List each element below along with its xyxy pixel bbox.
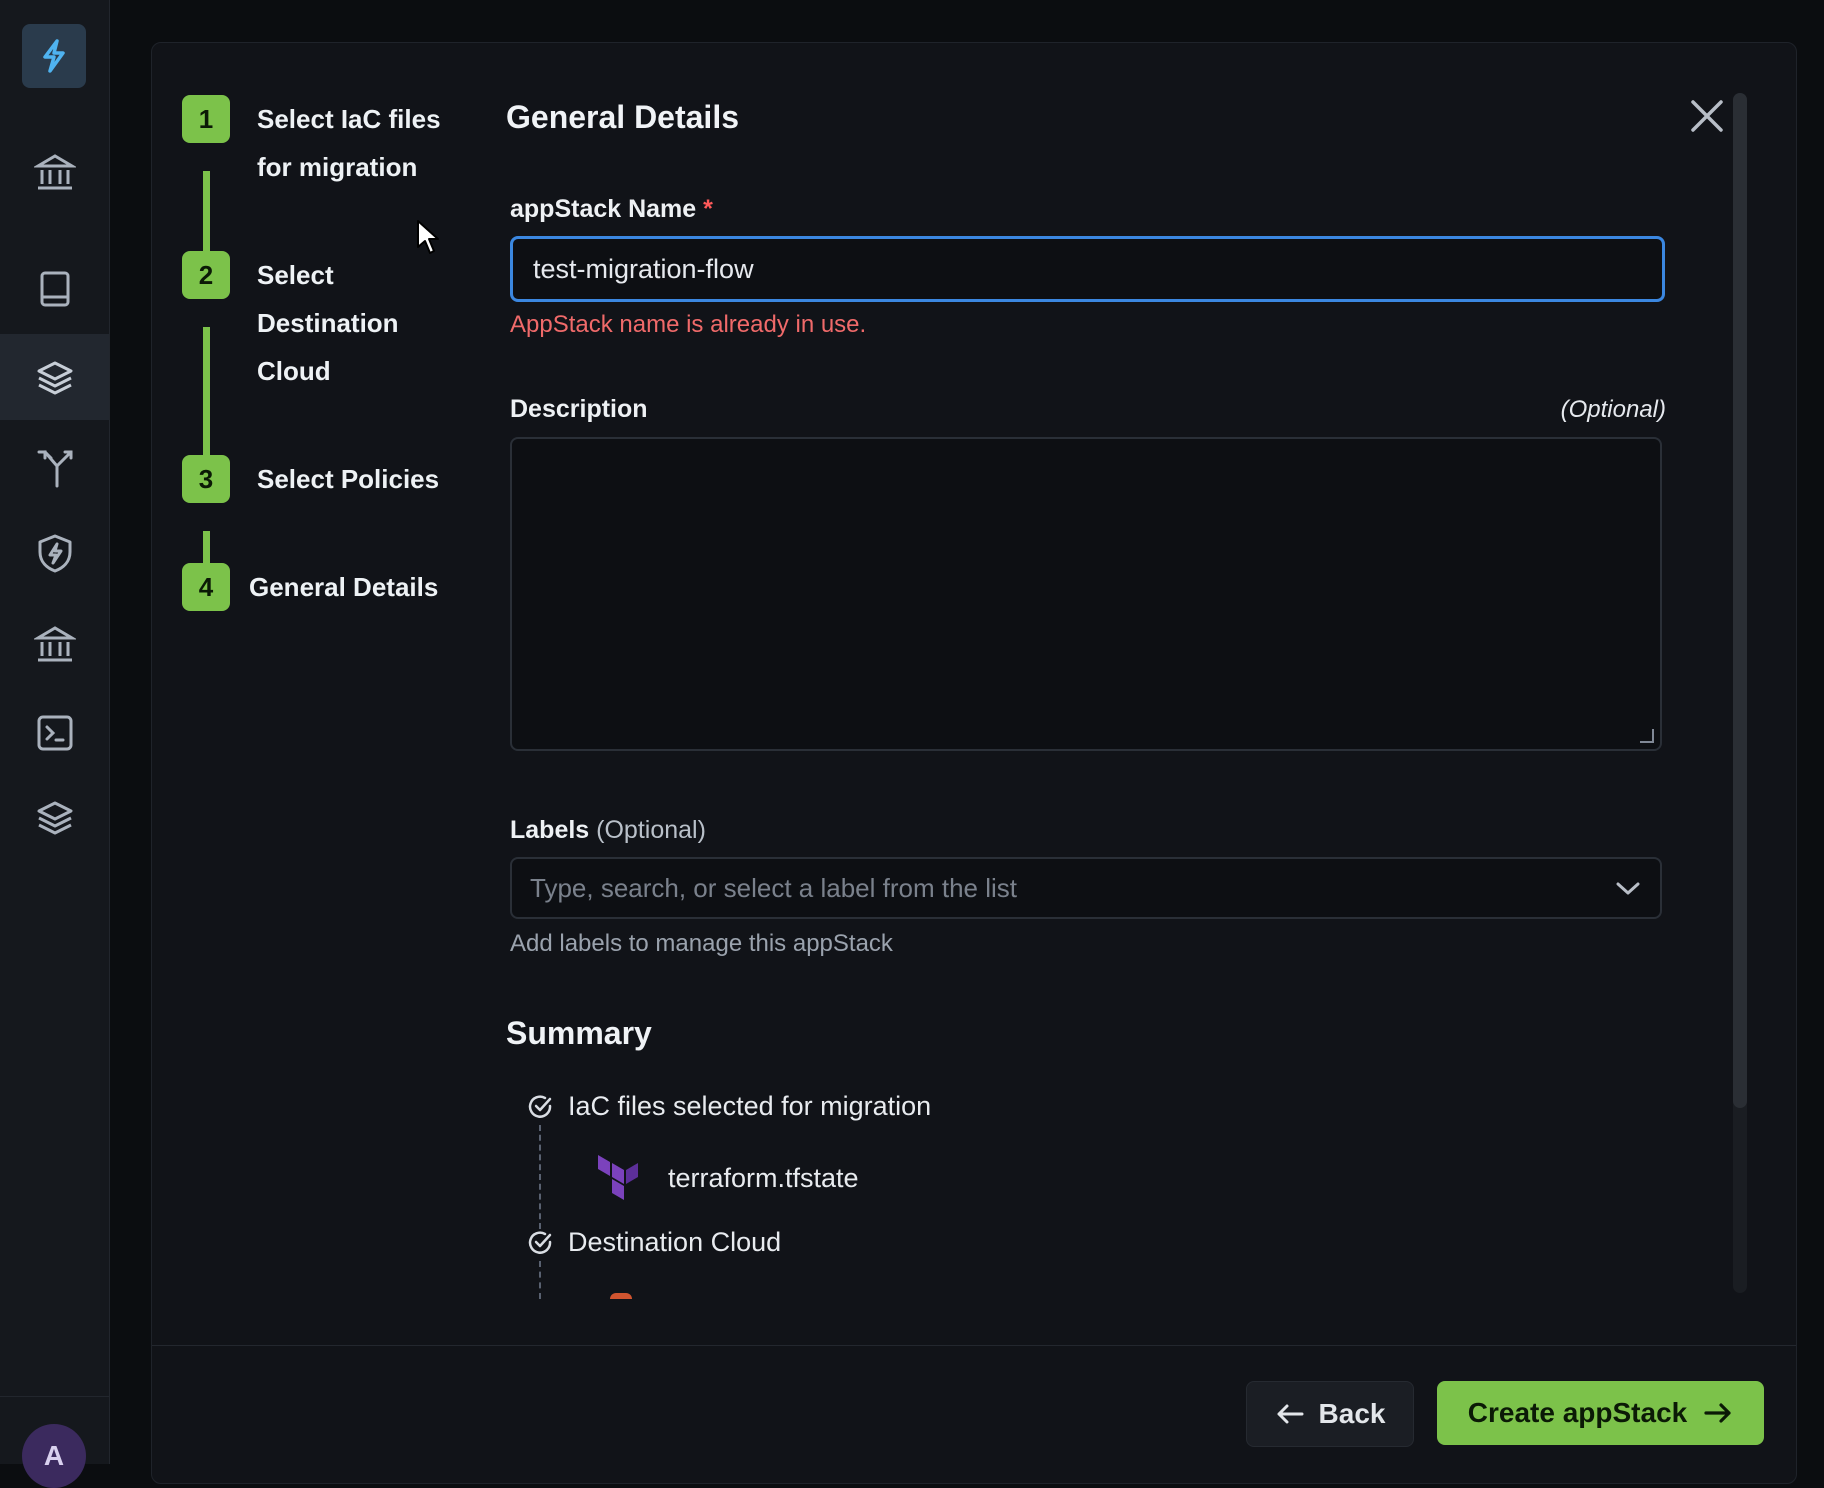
nav-policies[interactable] [0,602,109,688]
labels-select[interactable]: Type, search, or select a label from the… [510,857,1662,919]
left-nav-rail: A [0,0,110,1488]
step-1-badge[interactable]: 1 [182,95,230,143]
step-2-label[interactable]: Select Destination Cloud [257,251,467,395]
labels-label: Labels (Optional) [510,816,706,844]
fork-icon [37,450,72,488]
required-mark: * [703,195,713,223]
chevron-down-icon[interactable] [1614,878,1642,898]
bank-icon [33,626,76,662]
check-circle-icon [528,1230,552,1254]
appstack-name-label: appStack Name * [510,195,713,223]
summary-connector [539,1261,541,1299]
book-icon [40,271,69,307]
layers-icon [37,801,72,835]
appstack-name-input[interactable]: test-migration-flow [510,236,1665,302]
terraform-icon [598,1155,638,1200]
description-label: Description [510,395,648,423]
description-textarea[interactable] [510,437,1662,751]
user-avatar[interactable]: A [22,1424,86,1488]
terminal-icon [37,715,72,751]
nav-terminal[interactable] [0,690,109,776]
name-error-message: AppStack name is already in use. [510,311,867,338]
rail-divider [0,1396,109,1397]
check-circle-icon [528,1094,552,1118]
shield-bolt-icon [38,534,71,573]
summary-connector [539,1125,541,1229]
close-icon[interactable] [1687,96,1727,136]
footer-divider [152,1345,1796,1346]
description-optional-tag: (Optional) [1560,396,1666,423]
logo-icon [43,39,65,73]
resize-handle-icon[interactable] [1640,729,1654,743]
nav-migrations[interactable] [0,426,109,512]
nav-appstacks[interactable] [0,334,109,420]
create-appstack-modal: 1 Select IaC files for migration 2 Selec… [151,42,1797,1484]
step-2-badge[interactable]: 2 [182,251,230,299]
labels-helper-text: Add labels to manage this appStack [510,930,893,957]
step-4-label[interactable]: General Details [249,563,459,611]
nav-stacks[interactable] [0,774,109,860]
nav-catalog[interactable] [0,246,109,332]
summary-title: Summary [506,1015,652,1051]
app-logo[interactable] [22,24,86,88]
nav-security[interactable] [0,510,109,596]
arrow-right-icon [1704,1403,1731,1423]
arrow-left-icon [1277,1404,1304,1424]
bank-icon [33,154,76,190]
layers-icon [37,361,72,395]
summary-iac-file: terraform.tfstate [596,1153,859,1203]
mouse-cursor-icon [417,220,439,254]
create-appstack-button[interactable]: Create appStack [1437,1381,1764,1445]
step-3-label[interactable]: Select Policies [257,455,467,503]
nav-governance[interactable] [0,130,109,216]
cloud-provider-icon [610,1293,632,1299]
scrollbar-thumb[interactable] [1733,93,1747,1108]
step-4-badge[interactable]: 4 [182,563,230,611]
summary-iac-item: IaC files selected for migration [528,1091,931,1122]
step-1-label[interactable]: Select IaC files for migration [257,95,467,191]
step-3-badge[interactable]: 3 [182,455,230,503]
back-button[interactable]: Back [1246,1381,1414,1447]
summary-destination-item: Destination Cloud [528,1227,781,1258]
page-title: General Details [506,99,739,135]
labels-placeholder: Type, search, or select a label from the… [530,872,1017,903]
